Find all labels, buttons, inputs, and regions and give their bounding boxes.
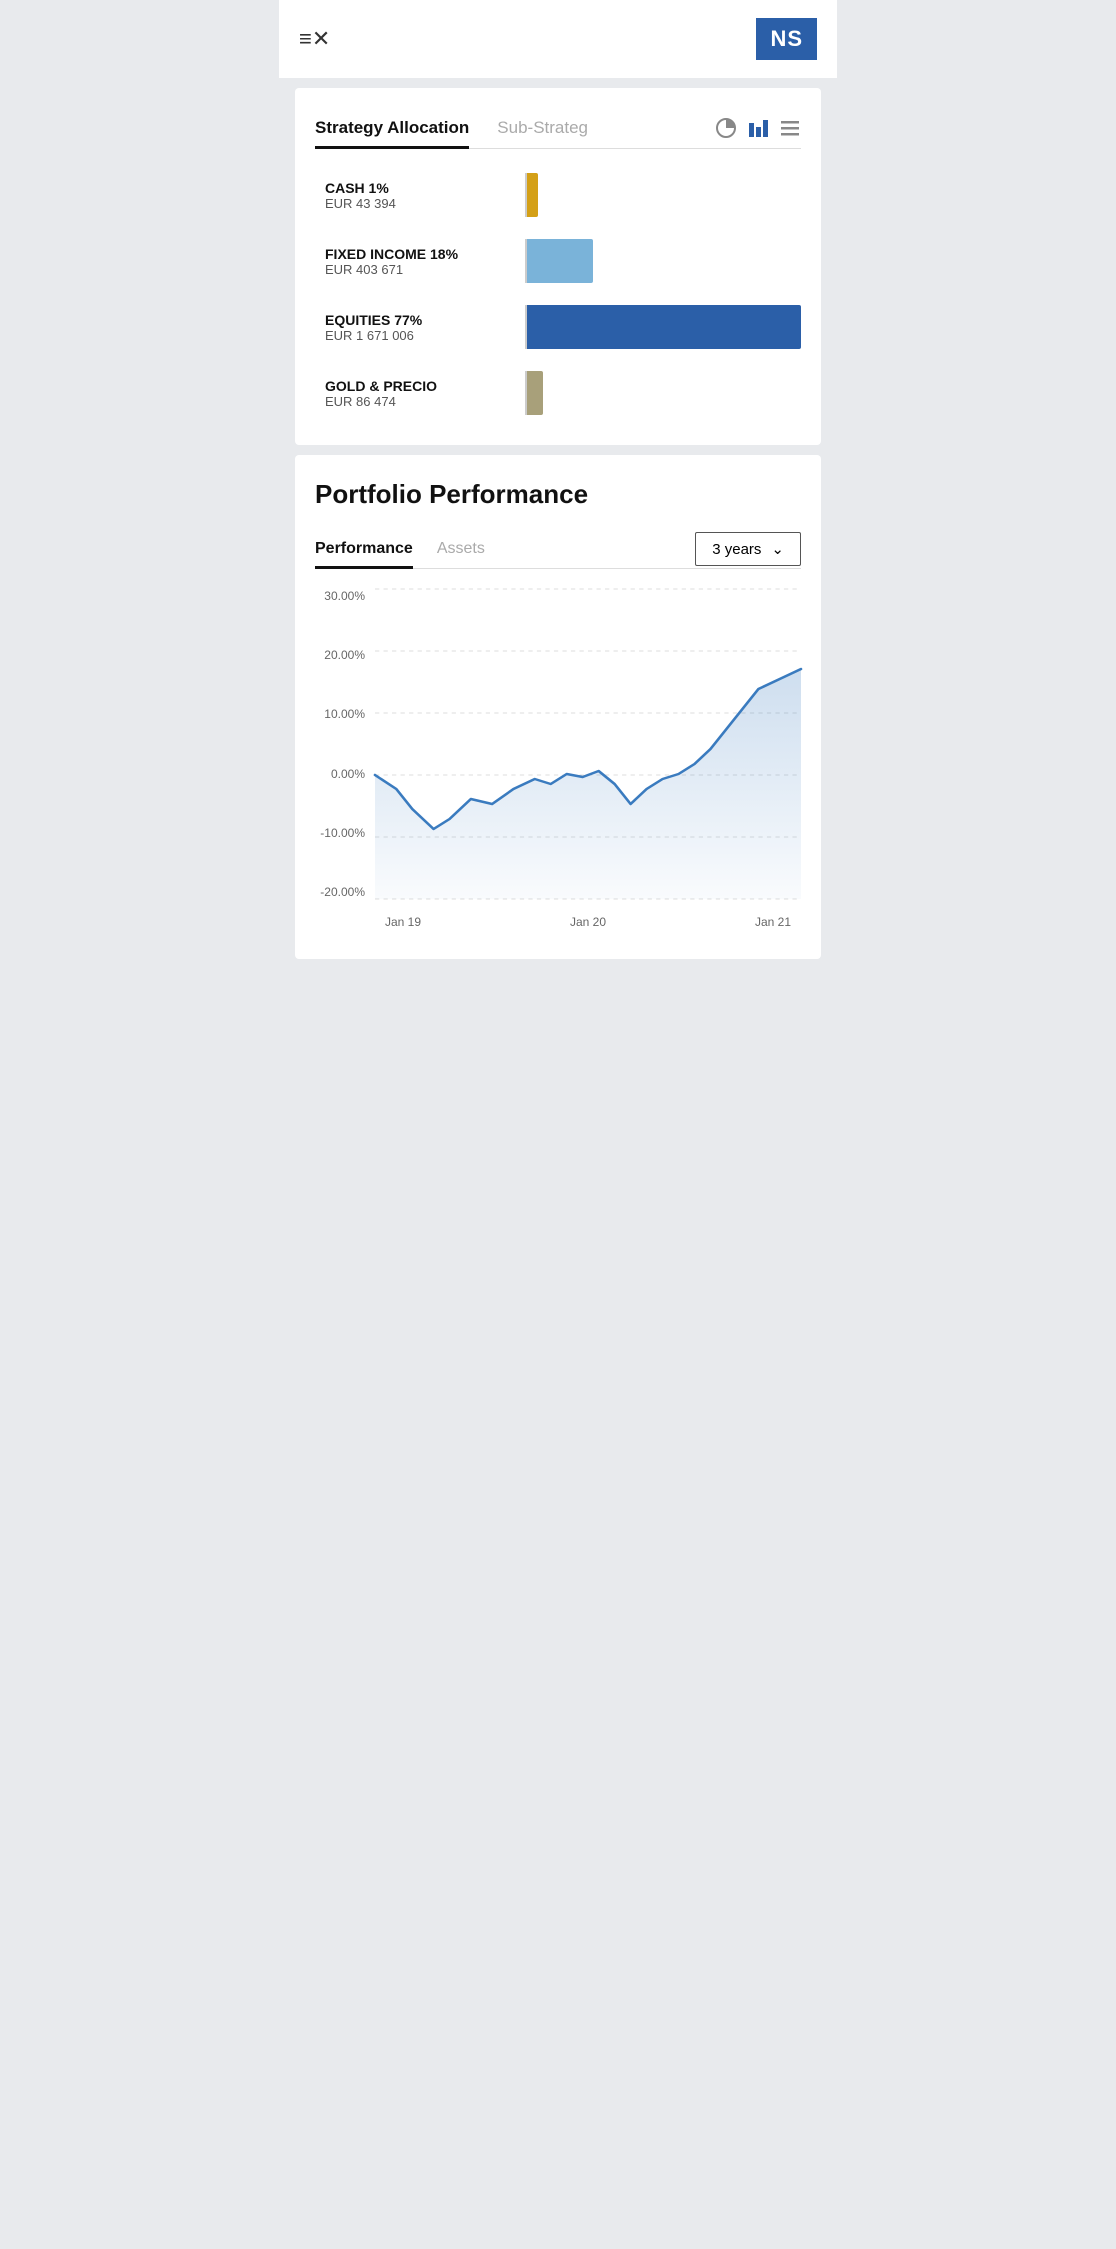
pie-chart-icon[interactable] [715, 117, 737, 139]
tab-strategy-allocation[interactable]: Strategy Allocation [315, 108, 469, 148]
chevron-down-icon: ⌄ [771, 540, 784, 558]
y-axis-label: 30.00% [315, 589, 373, 603]
x-axis-label: Jan 21 [755, 915, 791, 929]
y-axis-label: 10.00% [315, 707, 373, 721]
bar-label: GOLD & PRECIOEUR 86 474 [325, 378, 525, 409]
bar-track [525, 239, 801, 283]
bar-label-title: FIXED INCOME 18% [325, 246, 525, 262]
x-axis-label: Jan 20 [570, 915, 606, 929]
bar-label: CASH 1%EUR 43 394 [325, 180, 525, 211]
bar-label-amount: EUR 43 394 [325, 196, 525, 211]
bar-row: CASH 1%EUR 43 394 [325, 173, 801, 217]
tab-performance[interactable]: Performance [315, 530, 413, 568]
bar-row: GOLD & PRECIOEUR 86 474 [325, 371, 801, 415]
bar-chart-icon[interactable] [747, 117, 769, 139]
menu-icon[interactable]: ≡✕ [299, 26, 330, 52]
bar-label-amount: EUR 1 671 006 [325, 328, 525, 343]
bar-track [525, 173, 801, 217]
y-axis-label: -10.00% [315, 826, 373, 840]
bar-label-title: GOLD & PRECIO [325, 378, 525, 394]
performance-tabs: Performance Assets 3 years ⌄ [315, 530, 801, 569]
app-header: ≡✕ NS [279, 0, 837, 78]
chart-type-icons [715, 117, 801, 139]
line-chart-svg [375, 589, 801, 899]
y-axis-labels: 30.00% 20.00% 10.00% 0.00% -10.00% -20.00% [315, 589, 373, 899]
chart-plot [375, 589, 801, 899]
portfolio-performance-card: Portfolio Performance Performance Assets… [295, 455, 821, 959]
performance-chart-area: 30.00% 20.00% 10.00% 0.00% -10.00% -20.00% [315, 589, 801, 929]
bar-label-title: CASH 1% [325, 180, 525, 196]
y-axis-label: 0.00% [315, 767, 373, 781]
y-axis-label: 20.00% [315, 648, 373, 662]
tab-assets[interactable]: Assets [437, 530, 485, 568]
x-axis-labels: Jan 19 Jan 20 Jan 21 [375, 915, 801, 929]
time-range-dropdown[interactable]: 3 years ⌄ [695, 532, 801, 566]
bar-label-amount: EUR 403 671 [325, 262, 525, 277]
app-logo: NS [756, 18, 817, 60]
bar-fill [527, 239, 593, 283]
bar-label: EQUITIES 77%EUR 1 671 006 [325, 312, 525, 343]
y-axis-label: -20.00% [315, 885, 373, 899]
bar-track [525, 305, 801, 349]
bar-track [525, 371, 801, 415]
bar-label-amount: EUR 86 474 [325, 394, 525, 409]
strategy-bar-chart: CASH 1%EUR 43 394 FIXED INCOME 18%EUR 403… [315, 173, 801, 415]
strategy-allocation-card: Strategy Allocation Sub-Strateg [295, 88, 821, 445]
tab-sub-strategy[interactable]: Sub-Strateg [497, 108, 588, 148]
time-range-value: 3 years [712, 541, 761, 558]
bar-label-title: EQUITIES 77% [325, 312, 525, 328]
bar-fill [527, 173, 538, 217]
list-icon[interactable] [779, 117, 801, 139]
bar-row: EQUITIES 77%EUR 1 671 006 [325, 305, 801, 349]
bar-row: FIXED INCOME 18%EUR 403 671 [325, 239, 801, 283]
x-axis-label: Jan 19 [385, 915, 421, 929]
strategy-tabs: Strategy Allocation Sub-Strateg [315, 108, 801, 149]
bar-fill [527, 305, 801, 349]
bar-fill [527, 371, 543, 415]
portfolio-performance-title: Portfolio Performance [315, 479, 801, 510]
bar-label: FIXED INCOME 18%EUR 403 671 [325, 246, 525, 277]
